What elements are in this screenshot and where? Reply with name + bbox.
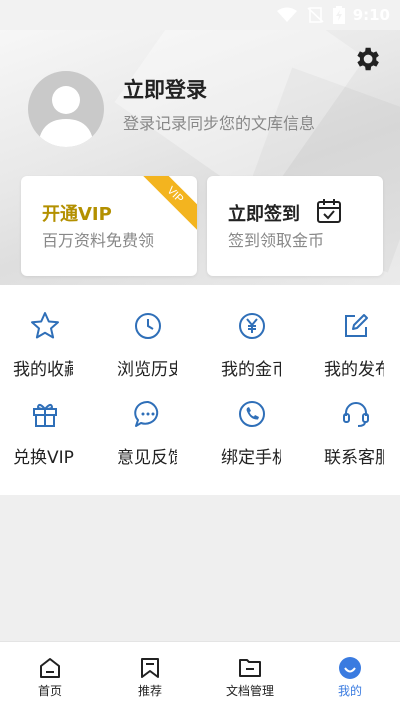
nav-item-documents[interactable]: 文档管理 <box>200 642 300 711</box>
bottom-nav: 首页 推荐 文档管理 我的 <box>0 641 400 711</box>
features-grid: 我的收藏 浏览历史 我的金币 我的发布 兑换VIP 意见反馈 绑定手机 联系客服 <box>0 285 400 495</box>
nav-item-home[interactable]: 首页 <box>0 642 100 711</box>
sign-card-title: 立即签到 <box>228 204 300 225</box>
grid-label: 我的发布 <box>324 360 384 377</box>
vip-card[interactable]: VIP 开通VIP 百万资料免费领 <box>21 176 197 276</box>
profile-header: 立即登录 登录记录同步您的文库信息 VIP 开通VIP 百万资料免费领 立即签到… <box>0 30 400 285</box>
default-avatar-icon <box>38 86 94 147</box>
nav-label: 推荐 <box>137 684 162 698</box>
star-icon <box>31 312 59 339</box>
grid-label: 意见反馈 <box>117 448 177 465</box>
home-icon <box>40 658 60 678</box>
headset-icon <box>343 402 369 427</box>
no-sim-icon <box>307 7 324 23</box>
vip-card-subtitle: 百万资料免费领 <box>42 231 155 250</box>
grid-item-bind-phone[interactable]: 绑定手机 <box>200 390 300 495</box>
grid-label: 我的金币 <box>221 360 281 377</box>
nav-item-profile[interactable]: 我的 <box>300 642 400 711</box>
edit-icon <box>345 314 368 337</box>
chat-bubble-icon <box>134 400 159 427</box>
folder-icon <box>239 659 261 677</box>
vip-ribbon: VIP <box>136 176 197 234</box>
grid-item-coins[interactable]: 我的金币 <box>200 285 300 390</box>
nav-label: 我的 <box>337 684 362 698</box>
grid-label: 兑换VIP <box>13 448 74 465</box>
status-bar: 9:10 <box>0 0 400 30</box>
grid-item-publish[interactable]: 我的发布 <box>300 285 400 390</box>
sign-in-card[interactable]: 立即签到 签到领取金币 <box>207 176 383 276</box>
sign-card-subtitle: 签到领取金币 <box>228 231 325 250</box>
yen-coin-icon <box>239 313 265 339</box>
grid-label: 我的收藏 <box>13 360 73 377</box>
nav-label: 首页 <box>37 684 62 698</box>
nav-label: 文档管理 <box>225 684 274 698</box>
grid-item-redeem-vip[interactable]: 兑换VIP <box>0 390 100 495</box>
status-time: 9:10 <box>352 6 390 24</box>
profile-face-icon <box>339 657 361 679</box>
clock-icon <box>135 313 161 339</box>
avatar[interactable] <box>28 71 104 147</box>
grid-label: 浏览历史 <box>117 360 177 377</box>
grid-label: 联系客服 <box>324 448 384 465</box>
grid-item-history[interactable]: 浏览历史 <box>100 285 200 390</box>
wifi-icon <box>276 7 297 22</box>
login-title[interactable]: 立即登录 <box>123 74 207 104</box>
bookmark-icon <box>141 658 159 678</box>
gift-icon <box>33 403 57 427</box>
login-subtitle: 登录记录同步您的文库信息 <box>123 114 316 133</box>
calendar-check-icon <box>317 199 341 223</box>
battery-icon <box>332 6 345 24</box>
grid-item-favorites[interactable]: 我的收藏 <box>0 285 100 390</box>
nav-item-recommend[interactable]: 推荐 <box>100 642 200 711</box>
phone-icon <box>239 401 265 427</box>
grid-item-contact-support[interactable]: 联系客服 <box>300 390 400 495</box>
vip-card-title: 开通VIP <box>42 204 112 225</box>
grid-label: 绑定手机 <box>221 448 281 465</box>
gear-icon[interactable] <box>352 44 382 74</box>
grid-item-feedback[interactable]: 意见反馈 <box>100 390 200 495</box>
